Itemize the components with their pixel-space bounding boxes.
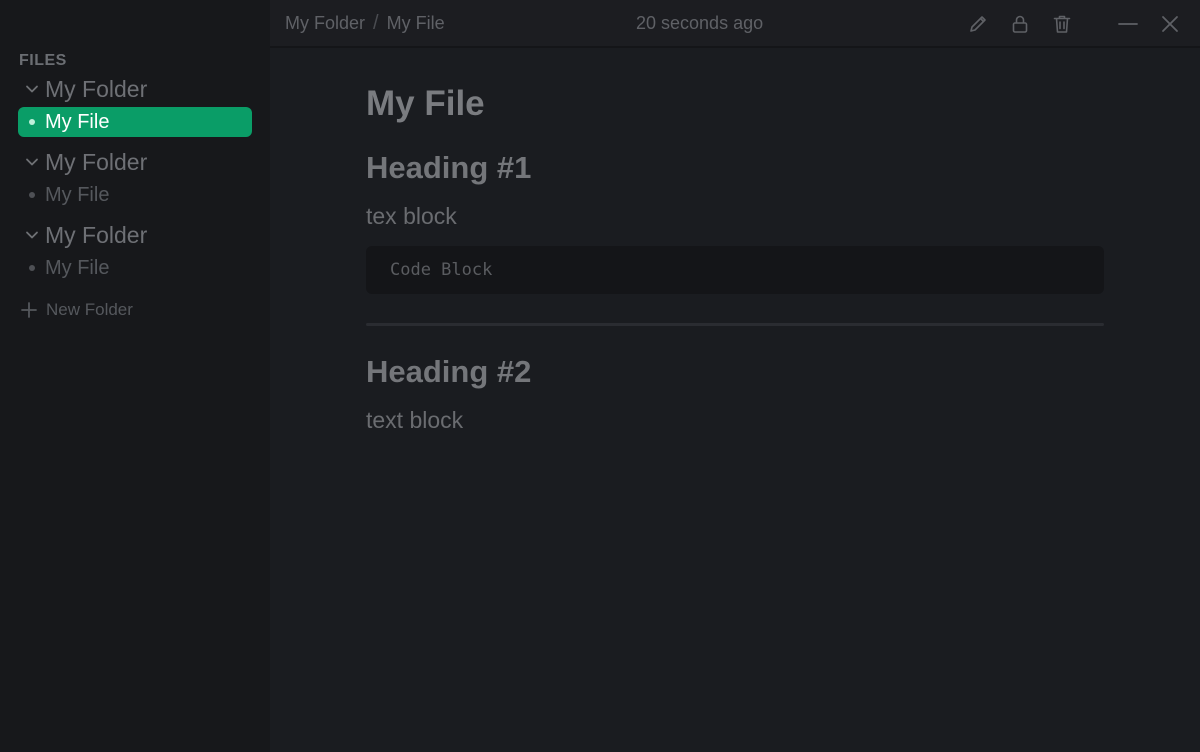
folder-toggle[interactable]: My Folder [18,74,252,104]
close-icon[interactable] [1158,12,1182,36]
file-item[interactable]: My File [18,180,252,210]
file-name: My File [45,256,110,279]
topbar: My Folder / My File 20 seconds ago [270,0,1200,48]
file-name: My File [45,183,110,206]
lock-icon[interactable] [1008,12,1032,36]
breadcrumb: My Folder / My File [285,12,445,35]
new-folder-button[interactable]: New Folder [20,298,133,322]
new-folder-label: New Folder [46,300,133,319]
bullet-icon [18,265,45,271]
text-block-2[interactable]: text block [366,407,463,434]
folder-group: My Folder My File [18,74,252,137]
file-item-active[interactable]: My File [18,107,252,137]
breadcrumb-file[interactable]: My File [387,13,445,34]
code-block[interactable]: Code Block [366,246,1104,294]
chevron-down-icon [18,74,45,104]
folder-toggle[interactable]: My Folder [18,147,252,177]
file-item[interactable]: My File [18,253,252,283]
pencil-icon[interactable] [966,12,990,36]
file-name: My File [45,110,110,133]
chevron-down-icon [18,147,45,177]
sidebar-heading: FILES [19,52,67,69]
trash-icon[interactable] [1050,12,1074,36]
folder-group: My Folder My File [18,147,252,210]
folder-group: My Folder My File [18,220,252,283]
chevron-down-icon [18,220,45,250]
bullet-icon [18,192,45,198]
folder-toggle[interactable]: My Folder [18,220,252,250]
folder-name: My Folder [45,148,148,175]
folder-name: My Folder [45,221,148,248]
heading-1[interactable]: Heading #1 [366,150,531,186]
breadcrumb-folder[interactable]: My Folder [285,13,365,34]
divider [366,323,1104,326]
heading-2[interactable]: Heading #2 [366,354,531,390]
last-saved-timestamp: 20 seconds ago [636,13,764,33]
folder-name: My Folder [45,75,148,102]
app-window: FILES My Folder My File My Folder My Fil… [0,0,1200,752]
breadcrumb-separator: / [373,12,379,34]
text-block-1[interactable]: tex block [366,203,457,230]
document-title[interactable]: My File [366,84,485,124]
minimize-icon[interactable] [1116,12,1140,36]
plus-icon [21,302,37,318]
bullet-icon [18,119,45,125]
sidebar: FILES My Folder My File My Folder My Fil… [0,0,270,752]
